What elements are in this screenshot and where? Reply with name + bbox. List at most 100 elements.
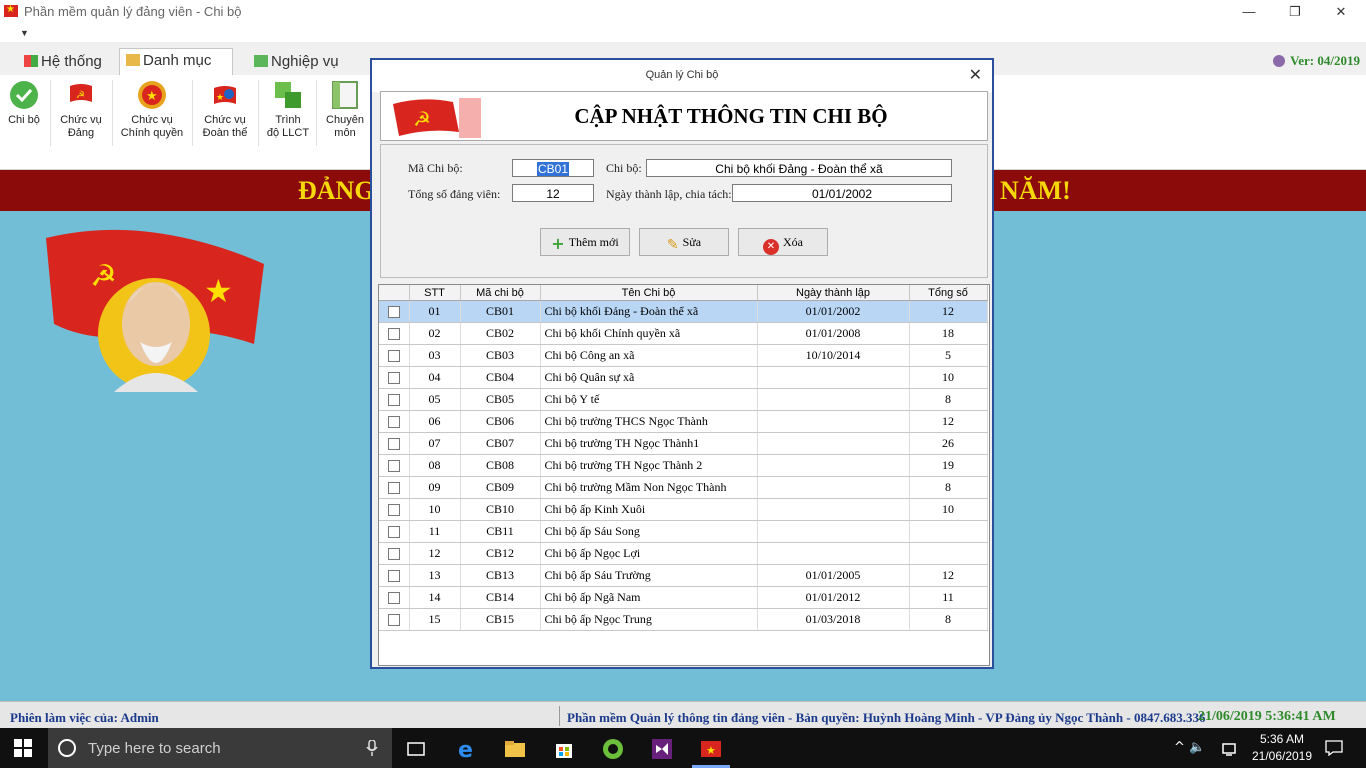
store-icon[interactable] (553, 738, 575, 760)
table-row[interactable]: 09 CB09 Chi bộ trường Mầm Non Ngọc Thành 8 (379, 476, 988, 499)
row-checkbox[interactable] (387, 460, 400, 473)
tong-so-dang-vien-field[interactable]: 12 (512, 184, 594, 202)
chuc-vu-chinh-quyen-button[interactable]: ★ Chức vụ Chính quyền (118, 80, 186, 140)
xoa-button[interactable]: ✕ Xóa (738, 228, 828, 256)
table-row[interactable]: 03 CB03 Chi bộ Công an xã 10/10/2014 5 (379, 344, 988, 367)
network-icon[interactable] (1222, 741, 1240, 757)
row-checkbox[interactable] (387, 548, 400, 561)
table-row[interactable]: 15 CB15 Chi bộ ấp Ngọc Trung 01/03/2018 8 (379, 608, 988, 631)
app-flag-icon (4, 4, 18, 17)
row-checkbox[interactable] (387, 306, 400, 319)
ngay-thanh-lap-field[interactable]: 01/01/2002 (732, 184, 952, 202)
quick-access-dropdown-icon[interactable]: ▼ (20, 28, 29, 38)
stt-cell: 05 (409, 388, 461, 411)
column-header-ma-chi-bo[interactable]: Mã chi bộ (460, 285, 541, 301)
row-checkbox[interactable] (387, 614, 400, 627)
notification-icon[interactable] (1325, 740, 1343, 756)
table-row[interactable]: 01 CB01 Chi bộ khối Đảng - Đoàn thể xã 01/0… (379, 300, 988, 323)
file-explorer-icon[interactable] (504, 738, 526, 760)
table-row[interactable]: 06 CB06 Chi bộ trường THCS Ngọc Thành 12 (379, 410, 988, 433)
ngay-thanh-lap-cell: 01/01/2012 (757, 586, 910, 609)
table-row[interactable]: 08 CB08 Chi bộ trường TH Ngọc Thành 2 19 (379, 454, 988, 477)
taskbar-search-box[interactable]: Type here to search (48, 728, 392, 768)
column-header-tong-so[interactable]: Tổng số (909, 285, 988, 301)
row-checkbox[interactable] (387, 350, 400, 363)
ma-chi-bo-cell: CB07 (460, 432, 541, 455)
checkbox-cell[interactable] (379, 388, 410, 411)
party-app-taskbar-icon[interactable]: ★ (700, 738, 722, 760)
status-datetime: 21/06/2019 5:36:41 AM (1198, 709, 1336, 724)
tab-danh-muc[interactable]: Danh mục (119, 48, 233, 76)
checkbox-cell[interactable] (379, 322, 410, 345)
row-checkbox[interactable] (387, 526, 400, 539)
system-tray-icons[interactable]: ^ 🔈 (1174, 740, 1205, 755)
checkbox-cell[interactable] (379, 454, 410, 477)
chuyen-mon-button[interactable]: Chuyên môn (322, 80, 368, 140)
table-row[interactable]: 10 CB10 Chi bộ ấp Kinh Xuôi 10 (379, 498, 988, 521)
green-app-icon[interactable] (602, 738, 624, 760)
trinh-do-llct-button[interactable]: Trình độ LLCT (264, 80, 312, 140)
row-checkbox[interactable] (387, 328, 400, 341)
checkbox-cell[interactable] (379, 564, 410, 587)
table-row[interactable]: 04 CB04 Chi bộ Quân sự xã 10 (379, 366, 988, 389)
column-header-ten-chi-bo[interactable]: Tên Chi bộ (540, 285, 758, 301)
row-checkbox[interactable] (387, 482, 400, 495)
tab-nghiep-vu[interactable]: Nghiệp vụ (248, 50, 345, 74)
checkbox-cell[interactable] (379, 432, 410, 455)
column-header-ngay-thanh-lap[interactable]: Ngày thành lập (757, 285, 910, 301)
them-moi-button[interactable]: + Thêm mới (540, 228, 630, 256)
start-windows-icon[interactable] (14, 739, 32, 757)
ngay-thanh-lap-cell (757, 476, 910, 499)
chuc-vu-doan-the-button[interactable]: ★ Chức vụ Đoàn thể (198, 80, 252, 140)
checkbox-cell[interactable] (379, 520, 410, 543)
table-row[interactable]: 07 CB07 Chi bộ trường TH Ngọc Thành1 26 (379, 432, 988, 455)
ma-chi-bo-cell: CB03 (460, 344, 541, 367)
table-row[interactable]: 14 CB14 Chi bộ ấp Ngã Nam 01/01/2012 11 (379, 586, 988, 609)
row-checkbox[interactable] (387, 438, 400, 451)
checkbox-cell[interactable] (379, 542, 410, 565)
stt-cell: 09 (409, 476, 461, 499)
table-row[interactable]: 13 CB13 Chi bộ ấp Sáu Trường 01/01/2005 12 (379, 564, 988, 587)
dialog-title: Quản lý Chi bộ (645, 69, 719, 81)
checkbox-cell[interactable] (379, 498, 410, 521)
column-header-stt[interactable]: STT (409, 285, 461, 301)
column-header-check[interactable] (379, 285, 410, 301)
close-window-button[interactable]: ✕ (1318, 0, 1364, 24)
row-checkbox[interactable] (387, 570, 400, 583)
row-checkbox[interactable] (387, 592, 400, 605)
document-panel-icon (332, 81, 358, 109)
table-row[interactable]: 11 CB11 Chi bộ ấp Sáu Song (379, 520, 988, 543)
chuc-vu-dang-button[interactable]: ☭ Chức vụ Đảng (56, 80, 106, 140)
task-view-icon[interactable] (405, 738, 427, 760)
table-row[interactable]: 05 CB05 Chi bộ Y tế 8 (379, 388, 988, 411)
row-checkbox[interactable] (387, 416, 400, 429)
microphone-icon[interactable] (366, 740, 378, 756)
tab-he-thong[interactable]: Hệ thống (18, 50, 108, 74)
edge-browser-icon[interactable]: e (456, 738, 478, 760)
restore-button[interactable]: ❐ (1272, 0, 1318, 24)
checkbox-cell[interactable] (379, 300, 410, 323)
chi-bo-field[interactable]: Chi bộ khối Đảng - Đoàn thể xã (646, 159, 952, 177)
checkbox-cell[interactable] (379, 366, 410, 389)
checkbox-cell[interactable] (379, 608, 410, 631)
visual-studio-icon[interactable] (651, 738, 673, 760)
checkbox-cell[interactable] (379, 586, 410, 609)
banner-text-right: NĂM! (1000, 176, 1071, 205)
row-checkbox[interactable] (387, 372, 400, 385)
table-row[interactable]: 12 CB12 Chi bộ ấp Ngọc Lợi (379, 542, 988, 565)
checkbox-cell[interactable] (379, 410, 410, 433)
tong-so-cell: 12 (909, 564, 988, 587)
table-row[interactable]: 02 CB02 Chi bộ khối Chính quyền xã 01/01/20… (379, 322, 988, 345)
row-checkbox[interactable] (387, 504, 400, 517)
checkbox-cell[interactable] (379, 476, 410, 499)
row-checkbox[interactable] (387, 394, 400, 407)
sua-button[interactable]: ✎ Sửa (639, 228, 729, 256)
svg-text:☭: ☭ (413, 109, 431, 131)
dialog-close-button[interactable]: ✕ (969, 65, 982, 85)
taskbar-clock[interactable]: 5:36 AM 21/06/2019 (1250, 731, 1314, 765)
checkbox-cell[interactable] (379, 344, 410, 367)
ma-chi-bo-field[interactable]: CB01 (512, 159, 594, 177)
chi-bo-button[interactable]: Chi bộ (4, 80, 44, 127)
ten-chi-bo-cell: Chi bộ Y tế (540, 388, 758, 411)
minimize-button[interactable]: — (1226, 0, 1272, 24)
